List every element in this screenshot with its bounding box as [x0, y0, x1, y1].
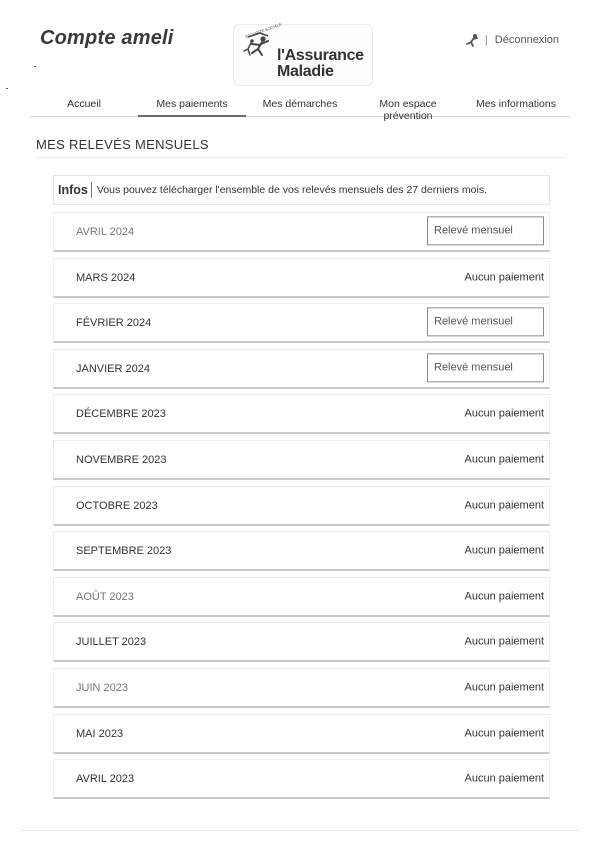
no-payment-status: Aucun paiement: [464, 726, 545, 739]
month-label: OCTOBRE 2023: [76, 499, 158, 512]
month-row: MARS 2024 Aucun paiement: [53, 258, 550, 298]
releve-mensuel-button[interactable]: Relevé mensuel: [427, 215, 544, 245]
month-row: AVRIL 2024 Relevé mensuel: [53, 212, 550, 252]
month-label: FÉVRIER 2024: [76, 316, 152, 329]
releve-mensuel-button[interactable]: Relevé mensuel: [427, 352, 544, 382]
month-row: AVRIL 2023 Aucun paiement: [53, 759, 550, 799]
info-separator: [90, 182, 92, 198]
nav-tab-mes-paiements[interactable]: Mes paiements: [138, 95, 246, 117]
month-row: OCTOBRE 2023 Aucun paiement: [53, 486, 550, 526]
month-label: JANVIER 2024: [76, 362, 150, 375]
month-row: SEPTEMBRE 2023 Aucun paiement: [53, 531, 550, 571]
app-title: Compte ameli: [40, 27, 174, 49]
releve-mensuel-button[interactable]: Relevé mensuel: [427, 306, 544, 336]
scan-artifact: [6, 88, 8, 89]
scan-artifact: [34, 66, 36, 67]
info-label: Infos: [58, 183, 88, 197]
month-row: AOÛT 2023 Aucun paiement: [53, 577, 550, 617]
header-user-area: | Déconnexion: [465, 33, 559, 47]
no-payment-status: Aucun paiement: [464, 406, 545, 419]
month-label: AVRIL 2024: [76, 225, 135, 238]
footer-divider: [20, 830, 580, 831]
no-payment-status: Aucun paiement: [464, 634, 545, 647]
no-payment-status: Aucun paiement: [464, 270, 545, 283]
month-label: DÉCEMBRE 2023: [76, 407, 166, 420]
month-label: MAI 2023: [76, 727, 124, 740]
title-divider: [36, 157, 566, 158]
month-label: MARS 2024: [76, 271, 136, 284]
no-payment-status: Aucun paiement: [464, 543, 545, 556]
header-separator: |: [484, 34, 488, 46]
month-label: JUIN 2023: [76, 681, 128, 694]
page-title: MES RELEVÉS MENSUELS: [36, 137, 209, 152]
no-payment-status: Aucun paiement: [464, 680, 545, 693]
main-navigation: Accueil Mes paiements Mes démarches Mon …: [30, 95, 570, 122]
nav-tab-espace-prevention[interactable]: Mon espace prévention: [354, 95, 462, 122]
month-row: JANVIER 2024 Relevé mensuel: [53, 349, 550, 389]
month-row: NOVEMBRE 2023 Aucun paiement: [53, 440, 550, 480]
no-payment-status: Aucun paiement: [464, 498, 545, 511]
no-payment-status: Aucun paiement: [464, 771, 545, 784]
no-payment-status: Aucun paiement: [464, 589, 545, 602]
month-row: JUIN 2023 Aucun paiement: [53, 668, 550, 708]
month-label: SEPTEMBRE 2023: [76, 544, 172, 557]
month-row: MAI 2023 Aucun paiement: [53, 714, 550, 754]
month-label: JUILLET 2023: [76, 635, 147, 648]
month-label: NOVEMBRE 2023: [76, 453, 167, 466]
logo-text-line2: Maladie: [277, 63, 334, 80]
nav-tab-mes-informations[interactable]: Mes informations: [462, 95, 570, 117]
nav-tab-accueil[interactable]: Accueil: [30, 95, 138, 117]
logout-link[interactable]: Déconnexion: [495, 34, 559, 46]
info-text: Vous pouvez télécharger l'ensemble de vo…: [96, 184, 487, 196]
month-label: AVRIL 2023: [76, 772, 135, 785]
month-label: AOÛT 2023: [76, 590, 134, 603]
nav-tab-mes-demarches[interactable]: Mes démarches: [246, 95, 354, 117]
month-row: FÉVRIER 2024 Relevé mensuel: [53, 303, 550, 343]
logout-person-icon[interactable]: [465, 33, 479, 47]
month-row: DÉCEMBRE 2023 Aucun paiement: [53, 394, 550, 434]
info-banner: Infos Vous pouvez télécharger l'ensemble…: [53, 175, 550, 205]
assurance-maladie-logo[interactable]: SÉCURITÉ SOCIALE l'Assurance Maladie: [233, 22, 373, 86]
no-payment-status: Aucun paiement: [464, 452, 545, 465]
month-row: JUILLET 2023 Aucun paiement: [53, 622, 550, 662]
